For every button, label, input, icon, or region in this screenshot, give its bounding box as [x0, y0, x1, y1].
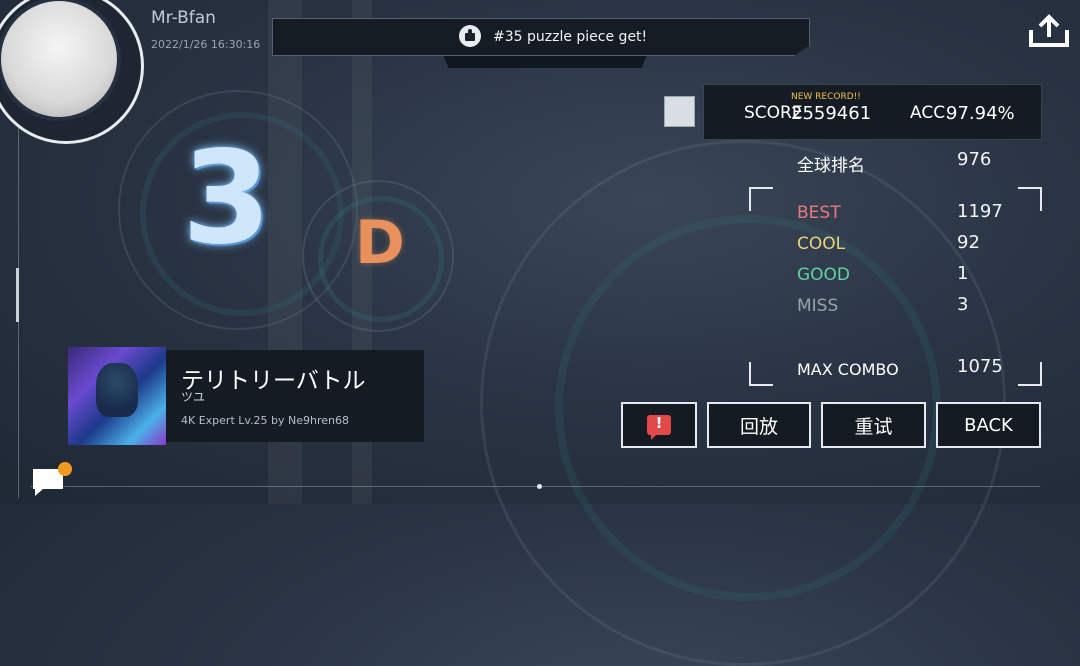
max-combo-label: MAX COMBO — [797, 360, 899, 379]
global-rank-value: 976 — [957, 149, 992, 170]
puzzle-icon — [459, 25, 481, 47]
avatar[interactable] — [0, 0, 144, 144]
alert-icon — [647, 414, 671, 440]
song-cover-art — [68, 347, 166, 445]
bottom-divider — [30, 486, 1040, 487]
song-artist: ツユ — [181, 390, 206, 404]
avatar-image — [0, 0, 121, 121]
username: Mr-Bfan — [151, 8, 216, 28]
share-icon[interactable] — [1028, 14, 1070, 48]
replay-button[interactable]: 回放 — [707, 402, 811, 448]
play-datetime: 2022/1/26 16:30:16 — [151, 38, 261, 51]
bracket-corner — [1018, 362, 1042, 386]
miss-label: MISS — [797, 296, 839, 316]
back-button[interactable]: BACK — [936, 402, 1041, 448]
notification-text: #35 puzzle piece get! — [493, 29, 648, 45]
miss-value: 3 — [957, 294, 969, 315]
report-button[interactable] — [621, 402, 697, 448]
best-label: BEST — [797, 203, 841, 223]
retry-button[interactable]: 重试 — [821, 402, 926, 448]
notification-badge — [58, 462, 72, 476]
cool-value: 92 — [957, 232, 980, 253]
good-value: 1 — [957, 263, 969, 284]
cool-label: COOL — [797, 234, 846, 254]
song-title: テリトリーバトル — [181, 368, 366, 394]
rank-number: 3 — [182, 124, 272, 273]
bracket-corner — [749, 187, 773, 211]
good-label: GOOD — [797, 265, 851, 285]
chart-info: 4K Expert Lv.25 by Ne9hren68 — [181, 414, 349, 427]
max-combo-value: 1075 — [957, 356, 1003, 377]
grade-letter: D — [355, 208, 405, 278]
score-thumbnail — [664, 96, 695, 127]
page-indicator-dot — [537, 484, 542, 489]
global-rank-label: 全球排名 — [797, 156, 865, 176]
new-record-badge: NEW RECORD!! — [791, 92, 861, 102]
accuracy-label: ACC. — [910, 103, 951, 123]
accuracy-value: 97.94% — [946, 103, 1015, 124]
bracket-corner — [749, 362, 773, 386]
side-indicator — [16, 268, 19, 322]
score-value: 2559461 — [791, 103, 872, 124]
best-value: 1197 — [957, 201, 1003, 222]
bracket-corner — [1018, 187, 1042, 211]
